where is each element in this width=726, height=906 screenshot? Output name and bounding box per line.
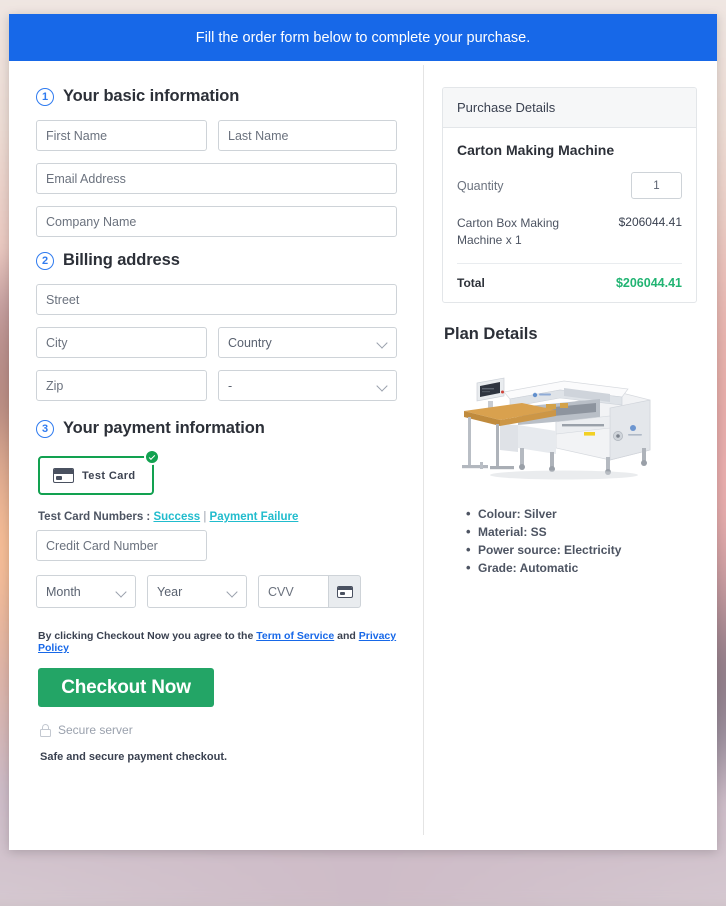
street-input[interactable] xyxy=(36,284,397,315)
step-number-1: 1 xyxy=(36,87,54,106)
step-number-3: 3 xyxy=(36,419,54,438)
plan-details-title: Plan Details xyxy=(444,324,538,343)
section-header-billing-address: 2 Billing address xyxy=(36,251,397,270)
credit-card-icon xyxy=(336,585,353,598)
city-input[interactable] xyxy=(36,327,207,358)
safe-checkout-note: Safe and secure payment checkout. xyxy=(40,751,228,763)
banner-text: Fill the order form below to complete yo… xyxy=(195,29,531,46)
test-card-numbers-prefix: Test Card Numbers : xyxy=(38,511,154,523)
country-select-wrapper: Country xyxy=(218,327,397,358)
cvv-help-button[interactable] xyxy=(328,575,361,608)
last-name-input[interactable] xyxy=(218,120,397,151)
test-card-failure-link[interactable]: Payment Failure xyxy=(210,511,299,523)
test-card-label: Test Card xyxy=(82,469,136,482)
content-columns: 1 Your basic information 2 Billing addre… xyxy=(9,61,717,850)
secure-server-row: Secure server xyxy=(40,723,397,737)
purchase-details-panel: Purchase Details Carton Making Machine Q… xyxy=(442,87,697,303)
email-input[interactable] xyxy=(36,163,397,194)
product-image xyxy=(462,377,651,480)
terms-middle: and xyxy=(334,630,359,642)
state-select[interactable]: - xyxy=(218,370,397,401)
expiry-cvv-row: Month Year xyxy=(36,575,397,608)
spec-item: Material: SS xyxy=(466,522,697,542)
spec-item: Colour: Silver xyxy=(466,504,697,524)
month-select-wrapper: Month xyxy=(36,575,136,608)
test-card-payment-option[interactable]: Test Card xyxy=(38,449,160,495)
state-select-wrapper: - xyxy=(218,370,397,401)
quantity-input[interactable] xyxy=(631,172,682,199)
lock-icon xyxy=(40,723,51,737)
expiry-month-select[interactable]: Month xyxy=(36,575,136,608)
credit-card-icon xyxy=(53,468,74,483)
line-item-row: Carton Box Making Machine x 1 $206044.41 xyxy=(457,215,682,264)
section-title-payment-information: Your payment information xyxy=(63,419,265,437)
quantity-row: Quantity xyxy=(457,172,682,199)
total-value: $206044.41 xyxy=(615,275,682,290)
terms-prefix: By clicking Checkout Now you agree to th… xyxy=(38,630,257,642)
checkout-card: Fill the order form below to complete yo… xyxy=(9,14,717,850)
secure-server-label: Secure server xyxy=(58,723,133,737)
company-name-input[interactable] xyxy=(36,206,397,237)
country-select[interactable]: Country xyxy=(218,327,397,358)
purchase-details-title: Purchase Details xyxy=(443,88,696,128)
total-row: Total $206044.41 xyxy=(457,264,682,290)
step-number-2: 2 xyxy=(36,251,54,270)
test-card-separator: | xyxy=(200,511,210,523)
line-item-name: Carton Box Making Machine x 1 xyxy=(457,216,560,248)
spec-item: Grade: Automatic xyxy=(466,558,697,578)
terms-agreement-text: By clicking Checkout Now you agree to th… xyxy=(38,630,397,654)
terms-of-service-link[interactable]: Term of Service xyxy=(256,630,334,642)
section-title-basic-information: Your basic information xyxy=(63,87,240,105)
section-header-basic-information: 1 Your basic information xyxy=(36,87,397,106)
name-row xyxy=(36,120,397,151)
section-title-billing-address: Billing address xyxy=(63,251,180,269)
page-banner: Fill the order form below to complete yo… xyxy=(9,14,717,61)
quantity-label: Quantity xyxy=(457,178,504,193)
email-row xyxy=(36,163,397,194)
total-label: Total xyxy=(457,275,485,290)
summary-column: Purchase Details Carton Making Machine Q… xyxy=(424,61,717,850)
form-column: 1 Your basic information 2 Billing addre… xyxy=(9,61,423,850)
cvv-group xyxy=(258,575,361,608)
year-select-wrapper: Year xyxy=(147,575,247,608)
plan-spec-list: Colour: Silver Material: SS Power source… xyxy=(466,504,697,579)
first-name-input[interactable] xyxy=(36,120,207,151)
cvv-input[interactable] xyxy=(258,575,328,608)
product-name: Carton Making Machine xyxy=(457,142,615,158)
spec-item: Power source: Electricity xyxy=(466,540,697,560)
street-row xyxy=(36,284,397,315)
section-header-payment-information: 3 Your payment information xyxy=(36,419,397,438)
city-country-row: Country xyxy=(36,327,397,358)
zip-input[interactable] xyxy=(36,370,207,401)
credit-card-number-input[interactable] xyxy=(36,530,207,561)
line-item-price: $206044.41 xyxy=(618,215,682,229)
zip-state-row: - xyxy=(36,370,397,401)
company-row xyxy=(36,206,397,237)
test-card-success-link[interactable]: Success xyxy=(153,511,200,523)
test-card-numbers-line: Test Card Numbers : Success | Payment Fa… xyxy=(38,511,397,523)
expiry-year-select[interactable]: Year xyxy=(147,575,247,608)
purchase-details-body: Carton Making Machine Quantity Carton Bo… xyxy=(443,128,696,302)
checkout-now-button[interactable]: Checkout Now xyxy=(38,668,214,707)
selected-check-icon xyxy=(143,449,160,465)
